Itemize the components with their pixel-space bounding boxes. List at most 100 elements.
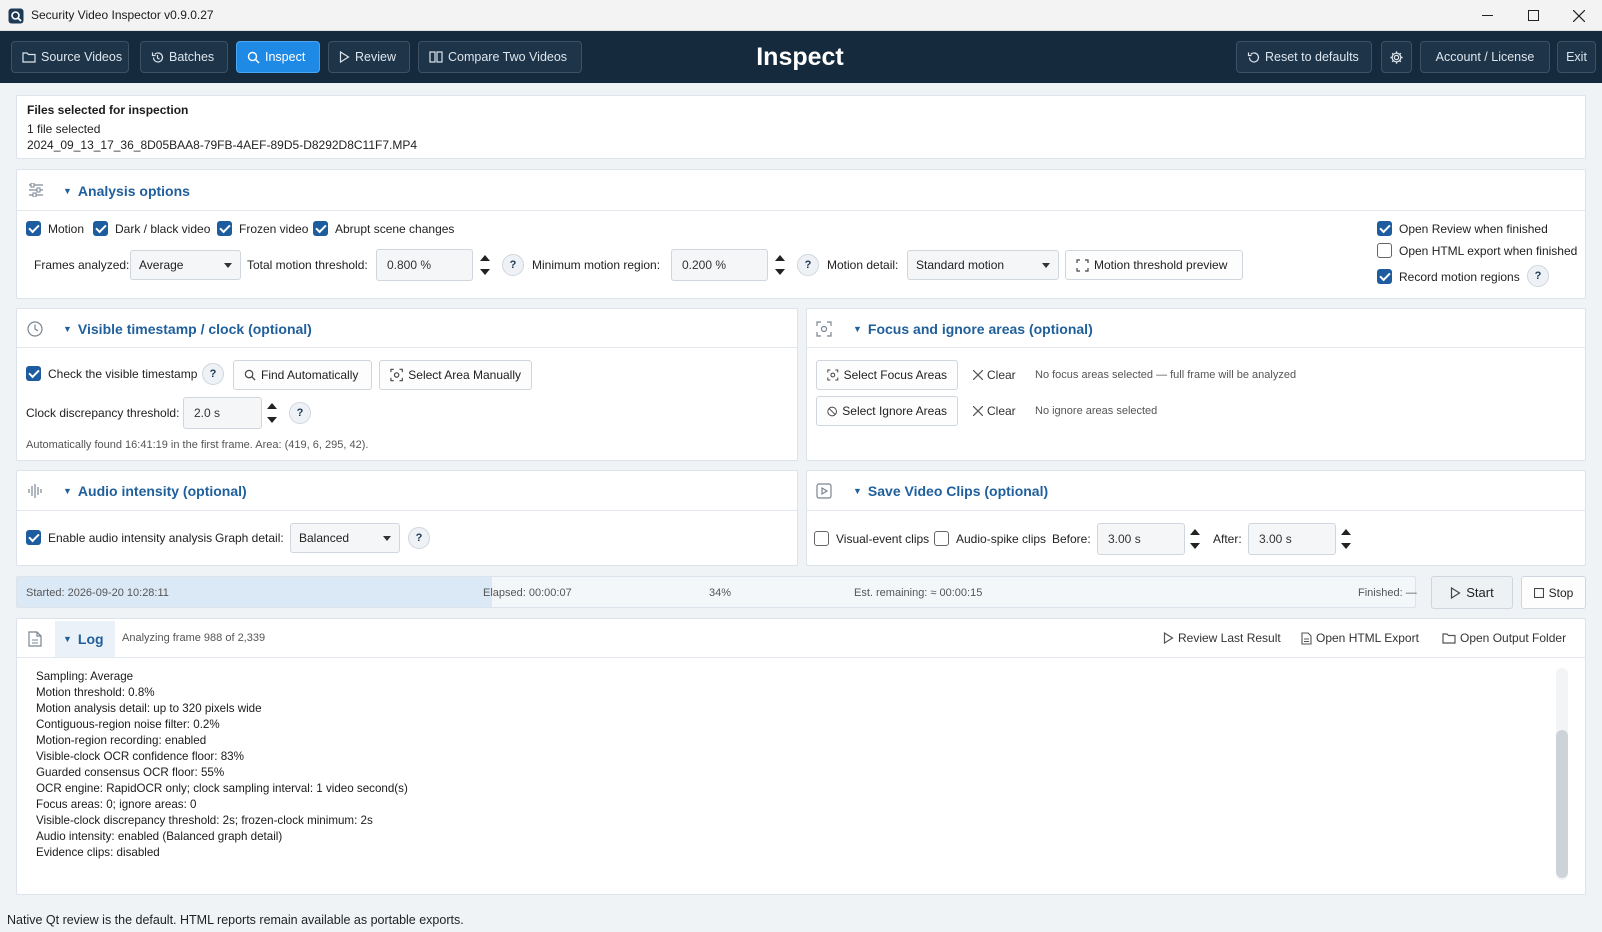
frames-analyzed-label: Frames analyzed: xyxy=(34,258,130,272)
collapse-triangle-icon: ▼ xyxy=(853,324,862,334)
history-icon xyxy=(151,51,164,63)
progress-percent: 34% xyxy=(709,587,732,599)
collapse-triangle-icon: ▼ xyxy=(63,634,72,644)
arrow-up-icon xyxy=(775,255,785,261)
clear-focus-button[interactable]: Clear xyxy=(973,368,1016,382)
analysis-options-header[interactable]: ▼ Analysis options xyxy=(63,183,190,199)
tab-review[interactable]: Review xyxy=(328,41,410,73)
help-icon[interactable]: ? xyxy=(502,254,524,276)
motion-checkbox[interactable] xyxy=(26,221,41,236)
total-motion-stepper[interactable] xyxy=(475,249,495,281)
open-html-export-checkbox[interactable] xyxy=(1377,243,1392,258)
focus-ignore-header[interactable]: ▼ Focus and ignore areas (optional) xyxy=(853,321,1093,337)
arrow-down-icon xyxy=(267,417,277,423)
focus-ignore-title: Focus and ignore areas (optional) xyxy=(867,321,1093,337)
before-stepper[interactable] xyxy=(1185,523,1205,555)
stop-button[interactable]: Stop xyxy=(1521,576,1586,609)
log-line: Sampling: Average xyxy=(36,670,134,683)
open-output-folder-label: Open Output Folder xyxy=(1460,631,1567,645)
inspect-label: Inspect xyxy=(265,50,306,64)
abrupt-scene-checkbox[interactable] xyxy=(313,221,328,236)
visual-event-clips-checkbox[interactable] xyxy=(814,531,829,546)
min-motion-input[interactable]: 0.200 % xyxy=(671,249,768,281)
reset-defaults-button[interactable]: Reset to defaults xyxy=(1236,41,1372,73)
review-label: Review xyxy=(355,50,396,64)
check-timestamp-checkbox[interactable] xyxy=(26,366,41,381)
select-area-manually-label: Select Area Manually xyxy=(408,368,521,382)
log-line: Audio intensity: enabled (Balanced graph… xyxy=(36,830,283,843)
frozen-video-checkbox[interactable] xyxy=(217,221,232,236)
audio-header[interactable]: ▼ Audio intensity (optional) xyxy=(63,483,247,499)
timestamp-header[interactable]: ▼ Visible timestamp / clock (optional) xyxy=(63,321,312,337)
clock-threshold-stepper[interactable] xyxy=(262,397,282,429)
help-icon[interactable]: ? xyxy=(1527,265,1549,287)
exit-label: Exit xyxy=(1566,50,1587,64)
log-scrollbar[interactable] xyxy=(1556,668,1568,880)
file-name: 2024_09_13_17_36_8D05BAA8-79FB-4AEF-89D5… xyxy=(27,138,418,152)
motion-threshold-preview-button[interactable]: Motion threshold preview xyxy=(1065,250,1243,280)
arrow-up-icon xyxy=(1341,529,1351,535)
waveform-icon xyxy=(27,483,43,502)
clock-threshold-input[interactable]: 2.0 s xyxy=(183,397,262,429)
after-input[interactable]: 3.00 s xyxy=(1248,523,1336,555)
dark-video-checkbox[interactable] xyxy=(93,221,108,236)
motion-threshold-preview-label: Motion threshold preview xyxy=(1094,258,1228,272)
select-ignore-areas-button[interactable]: Select Ignore Areas xyxy=(816,396,958,426)
maximize-icon[interactable] xyxy=(1510,0,1556,31)
help-icon[interactable]: ? xyxy=(797,254,819,276)
clear-ignore-label: Clear xyxy=(987,404,1016,418)
total-motion-input[interactable]: 0.800 % xyxy=(376,249,473,281)
batches-button[interactable]: Batches xyxy=(140,41,228,73)
save-clips-header[interactable]: ▼ Save Video Clips (optional) xyxy=(853,483,1048,499)
help-icon[interactable]: ? xyxy=(289,402,311,424)
frame-icon xyxy=(1076,258,1089,272)
audio-spike-clips-checkbox[interactable] xyxy=(934,531,949,546)
check-timestamp-label: Check the visible timestamp xyxy=(48,367,198,381)
after-label: After: xyxy=(1213,532,1242,546)
account-label: Account / License xyxy=(1435,50,1535,64)
minimize-icon[interactable] xyxy=(1464,0,1510,31)
frames-analyzed-select[interactable]: Average xyxy=(130,250,241,280)
save-clips-title: Save Video Clips (optional) xyxy=(867,483,1049,499)
find-automatically-button[interactable]: Find Automatically xyxy=(233,360,372,390)
open-html-export-button[interactable]: Open HTML Export xyxy=(1301,631,1419,645)
stop-label: Stop xyxy=(1548,585,1574,600)
tab-compare-two-videos[interactable]: Compare Two Videos xyxy=(418,41,582,73)
collapse-triangle-icon: ▼ xyxy=(63,324,72,334)
sliders-icon xyxy=(28,182,44,200)
open-output-folder-button[interactable]: Open Output Folder xyxy=(1442,631,1566,645)
review-last-result-button[interactable]: Review Last Result xyxy=(1163,631,1281,645)
log-scrollbar-thumb[interactable] xyxy=(1556,730,1568,878)
tab-inspect[interactable]: Inspect xyxy=(236,41,320,73)
frames-analyzed-value: Average xyxy=(139,258,184,272)
select-area-manually-button[interactable]: Select Area Manually xyxy=(379,360,532,390)
min-motion-stepper[interactable] xyxy=(770,249,790,281)
graph-detail-select[interactable]: Balanced xyxy=(290,523,400,553)
open-html-export-label: Open HTML export when finished xyxy=(1399,244,1578,258)
account-license-button[interactable]: Account / License xyxy=(1420,41,1550,73)
help-icon[interactable]: ? xyxy=(202,363,224,385)
start-button[interactable]: Start xyxy=(1431,576,1513,609)
search-icon xyxy=(244,369,256,381)
settings-button[interactable] xyxy=(1381,41,1412,73)
after-stepper[interactable] xyxy=(1336,523,1356,555)
motion-label: Motion xyxy=(48,222,85,236)
close-icon[interactable] xyxy=(1556,0,1602,31)
select-focus-areas-button[interactable]: Select Focus Areas xyxy=(816,360,958,390)
record-motion-regions-checkbox[interactable] xyxy=(1377,269,1392,284)
log-header[interactable]: ▼ Log xyxy=(63,631,104,647)
audio-intensity-checkbox[interactable] xyxy=(26,530,41,545)
page-title: Inspect xyxy=(756,43,844,71)
min-motion-label: Minimum motion region: xyxy=(532,258,661,272)
before-input[interactable]: 3.00 s xyxy=(1097,523,1185,555)
help-icon[interactable]: ? xyxy=(408,527,430,549)
open-review-checkbox[interactable] xyxy=(1377,221,1392,236)
graph-detail-value: Balanced xyxy=(299,531,350,545)
dark-video-label: Dark / black video xyxy=(115,222,211,236)
source-videos-button[interactable]: Source Videos xyxy=(11,41,129,73)
exit-button[interactable]: Exit xyxy=(1557,41,1596,73)
log-line: Motion threshold: 0.8% xyxy=(36,686,155,699)
clear-ignore-button[interactable]: Clear xyxy=(973,404,1016,418)
divider xyxy=(17,657,1585,658)
motion-detail-select[interactable]: Standard motion xyxy=(907,250,1059,280)
